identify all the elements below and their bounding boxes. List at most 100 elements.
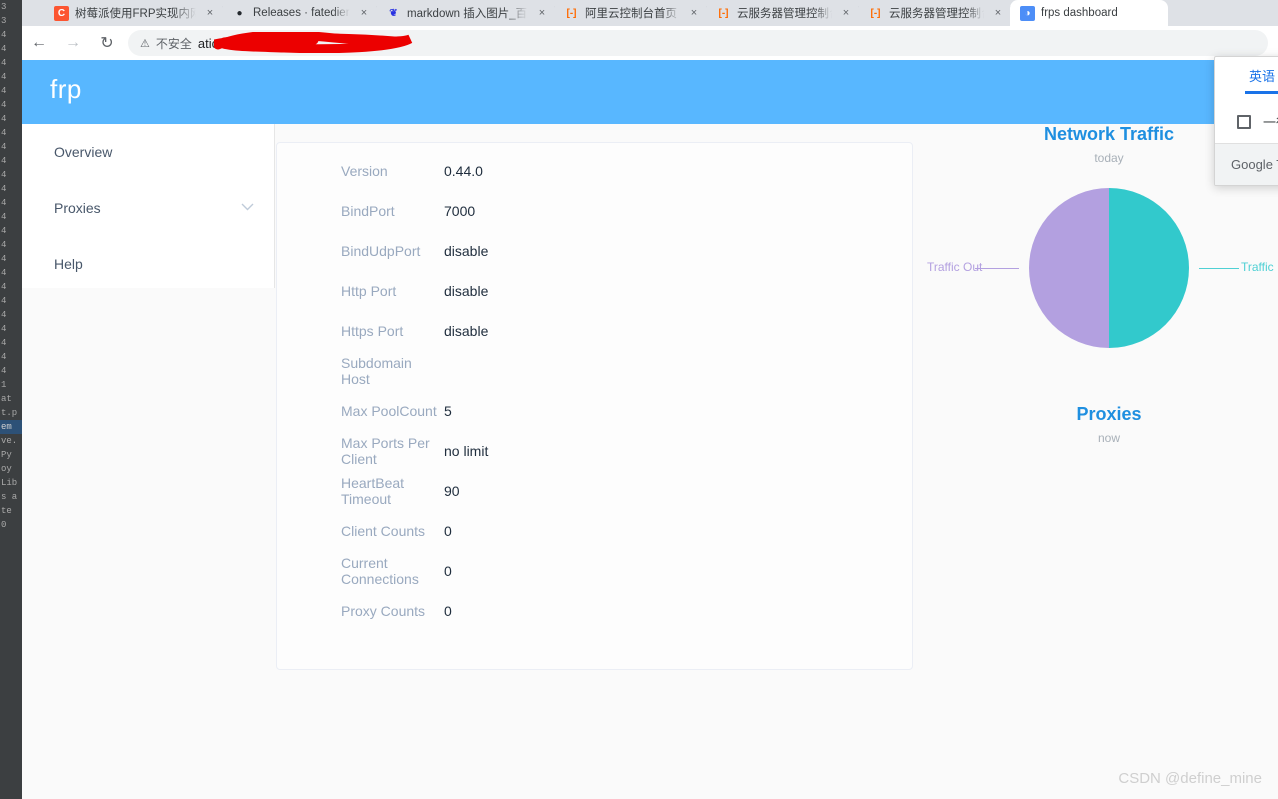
server-info-key: Current Connections [341, 555, 419, 587]
server-info-value: disable [444, 323, 489, 339]
server-info-row: BindPort 7000 [277, 191, 914, 231]
traffic-in-label: Traffic In [1241, 260, 1278, 274]
background-editor-line: 4 [1, 310, 7, 320]
background-editor-line: 4 [1, 212, 7, 222]
background-editor-line: 4 [1, 170, 7, 180]
translate-language-tabs[interactable]: 英语 [1215, 57, 1278, 91]
server-info-value: disable [444, 283, 489, 299]
background-editor-line: 4 [1, 352, 7, 362]
browser-tab-title: 云服务器管理控制台 [737, 8, 832, 20]
background-editor-line: 4 [1, 72, 7, 82]
aliyun-icon: [-] [718, 7, 729, 19]
address-bar[interactable]: ⚠ 不安全 atic/#/ [128, 30, 1268, 56]
app-header-bar: frp [22, 60, 1278, 124]
background-editor-line: 3 [1, 2, 7, 12]
reload-button[interactable]: ↻ [90, 26, 124, 60]
background-editor-line: 1 [1, 380, 7, 390]
frp-icon: ◑ [1020, 5, 1035, 21]
sidebar-item-help[interactable]: Help [22, 236, 274, 292]
background-editor-line: 3 [1, 16, 7, 26]
server-info-value: 0.44.0 [444, 163, 483, 179]
sidebar-item-overview[interactable]: Overview [22, 124, 274, 180]
main-content: Version 0.44.0 BindPort 7000 BindUdpPort disa… [275, 124, 1278, 799]
server-info-key: BindUdpPort [341, 243, 421, 259]
proxies-chart: Proxies now [935, 404, 1278, 694]
back-button[interactable]: ← [22, 26, 56, 60]
server-info-row: Subdomain Host [277, 351, 914, 391]
aliyun-icon: [-] [870, 7, 881, 19]
translate-always-checkbox-row[interactable]: 一律 [1215, 94, 1278, 131]
network-traffic-pie[interactable]: Traffic Out Traffic In [927, 168, 1278, 368]
aliyun-icon: [-] [566, 7, 577, 19]
background-editor-line: 4 [1, 184, 7, 194]
server-info-row: Client Counts 0 [277, 511, 914, 551]
background-editor-line: 4 [1, 44, 7, 54]
sidebar-item-proxies[interactable]: Proxies [22, 180, 274, 236]
background-editor-line: 4 [1, 156, 7, 166]
pie-slice-traffic-in[interactable] [1109, 188, 1189, 348]
server-info-value: 0 [444, 603, 452, 619]
close-tab-icon[interactable]: × [356, 7, 372, 19]
browser-tab-title: 树莓派使用FRP实现内网穿透 [75, 8, 196, 20]
background-editor-line: at [1, 394, 12, 404]
browser-tab-strip[interactable]: C 树莓派使用FRP实现内网穿透 × ● Releases · fatedier/frp… [22, 0, 1278, 26]
browser-tab[interactable]: ◑ frps dashboard [1010, 0, 1168, 26]
background-editor-line: Lib [1, 478, 18, 488]
browser-tab[interactable]: [-] 云服务器管理控制台 × [706, 0, 859, 26]
proxies-title: Proxies [1076, 404, 1142, 424]
chevron-down-icon[interactable] [241, 202, 254, 214]
background-editor-line: 4 [1, 366, 7, 376]
close-tab-icon[interactable]: × [838, 7, 854, 19]
server-info-key: Client Counts [341, 523, 426, 539]
server-info-value: 90 [444, 483, 460, 499]
sidebar-item-label: Overview [54, 144, 113, 160]
sidebar-navigation[interactable]: Overview Proxies Help [22, 124, 275, 288]
translate-always-label: 一律 [1263, 115, 1278, 130]
background-editor-line: 4 [1, 86, 7, 96]
translate-tab-english[interactable]: 英语 [1249, 66, 1275, 91]
forward-button[interactable]: → [56, 26, 90, 60]
background-editor-line: t.p [1, 408, 18, 418]
browser-tab[interactable]: [-] 阿里云控制台首页 × [554, 0, 707, 26]
proxies-pie[interactable] [935, 448, 1278, 648]
browser-tab[interactable]: ● Releases · fatedier/frp × [222, 0, 377, 26]
sidebar-item-label: Help [54, 256, 83, 272]
server-info-key: Proxy Counts [341, 603, 426, 619]
browser-tab-title: frps dashboard [1041, 7, 1118, 19]
csdn-icon: C [54, 5, 69, 21]
server-info-key: HeartBeat Timeout [341, 475, 405, 507]
screenshot-root: 3 3 4 4 4 4 4 4 4 4 4 4 4 4 4 4 4 4 4 4 4 4 4 4 4 4 4 1 at t.p em ve. Py… [0, 0, 1278, 799]
browser-navigation-bar: ← → ↻ ⚠ 不安全 atic/#/ [22, 26, 1278, 60]
close-tab-icon[interactable]: × [686, 7, 702, 19]
google-translate-popup[interactable]: 英语 一律 Google T [1214, 56, 1278, 186]
not-secure-warning-icon: ⚠ [140, 37, 150, 50]
background-editor-line: 4 [1, 268, 7, 278]
close-tab-icon[interactable]: × [990, 7, 1006, 19]
background-editor-line: ve. [1, 436, 18, 446]
background-editor-line: 4 [1, 240, 7, 250]
background-editor-line: 0 [1, 520, 7, 530]
server-info-row: Max Ports Per Client no limit [277, 431, 914, 471]
server-info-row: Proxy Counts 0 [277, 591, 914, 631]
translate-always-checkbox[interactable] [1237, 114, 1251, 129]
background-editor-lines: 3 3 4 4 4 4 4 4 4 4 4 4 4 4 4 4 4 4 4 4 4 4 4 4 4 4 4 1 at t.p em ve. Py… [0, 0, 22, 532]
traffic-out-label: Traffic Out [927, 260, 983, 274]
baidu-icon: ❦ [389, 7, 398, 19]
close-tab-icon[interactable]: × [534, 7, 550, 19]
browser-tab[interactable]: [-] 云服务器管理控制台 × [858, 0, 1011, 26]
background-editor-line: 4 [1, 142, 7, 152]
browser-tab-title: markdown 插入图片_百度搜索 [407, 8, 528, 20]
browser-tab[interactable]: C 树莓派使用FRP实现内网穿透 × [44, 0, 223, 26]
translate-footer-label: Google T [1215, 143, 1278, 185]
close-tab-icon[interactable]: × [202, 7, 218, 19]
pie-slice-traffic-out[interactable] [1029, 188, 1109, 348]
background-editor-line: 4 [1, 30, 7, 40]
server-info-row: HeartBeat Timeout 90 [277, 471, 914, 511]
background-editor-line: oy [1, 464, 12, 474]
server-info-value: 0 [444, 523, 452, 539]
background-editor-line: 4 [1, 338, 7, 348]
browser-tab[interactable]: ❦ markdown 插入图片_百度搜索 × [376, 0, 555, 26]
server-info-row: BindUdpPort disable [277, 231, 914, 271]
background-editor-line: 4 [1, 58, 7, 68]
csdn-watermark: CSDN @define_mine [1118, 770, 1262, 787]
